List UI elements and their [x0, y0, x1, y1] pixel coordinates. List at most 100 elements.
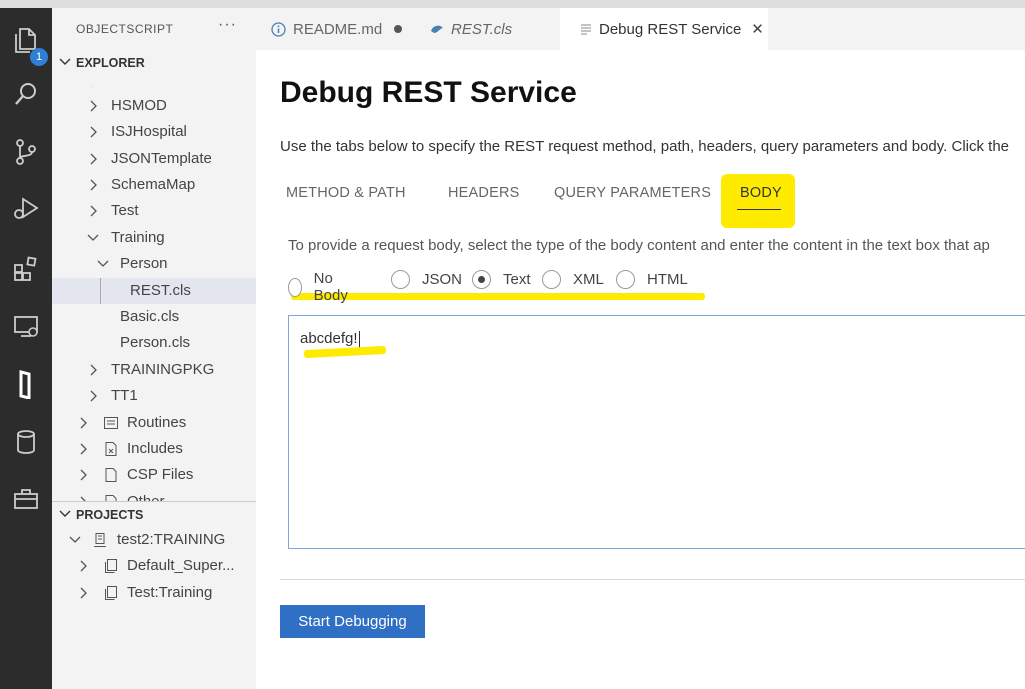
projects-label: PROJECTS: [76, 508, 144, 522]
toolbox-icon[interactable]: [6, 478, 46, 518]
radio-circle[interactable]: [288, 277, 302, 297]
activity-bar: 1: [0, 8, 52, 689]
tab-headers[interactable]: HEADERS: [448, 185, 520, 201]
project-item-default[interactable]: Default_Super...: [52, 553, 256, 579]
body-description: To provide a request body, select the ty…: [288, 237, 990, 254]
info-icon: [271, 21, 286, 37]
explorer-label: EXPLORER: [76, 56, 145, 70]
chevron-down-icon: [96, 257, 110, 275]
tree-item-person-cls[interactable]: Person.cls: [52, 330, 256, 356]
chevron-right-icon: [88, 152, 100, 170]
chevron-down-icon: [58, 507, 72, 524]
explorer-section-header[interactable]: EXPLORER: [52, 52, 256, 74]
run-debug-icon[interactable]: [6, 188, 46, 228]
tree-item-test[interactable]: Test: [52, 198, 256, 224]
chevron-right-icon: [88, 204, 100, 222]
sidebar: OBJECTSCRIPT ··· EXPLORER HS HSMOD ISJHo…: [52, 8, 256, 689]
projects-section-header[interactable]: PROJECTS: [52, 504, 256, 526]
close-icon[interactable]: ✕: [751, 20, 764, 38]
chevron-right-icon: [78, 559, 90, 577]
tab-readme[interactable]: README.md: [256, 8, 408, 50]
radio-label: XML: [573, 271, 604, 288]
tree-item-schemamap[interactable]: SchemaMap: [52, 172, 256, 198]
tab-debug-rest-service[interactable]: Debug REST Service ✕: [560, 8, 768, 50]
radio-circle[interactable]: [542, 270, 561, 289]
tree-item-tt1[interactable]: TT1: [52, 383, 256, 409]
chevron-right-icon: [78, 468, 90, 486]
tree-item-csp-files[interactable]: CSP Files: [52, 462, 256, 488]
database-icon[interactable]: [6, 422, 46, 462]
section-divider: [52, 501, 256, 502]
chevron-right-icon: [88, 389, 100, 407]
highlight-body-tab: [721, 174, 795, 228]
tab-label: REST.cls: [451, 20, 513, 38]
editor-tab-bar: README.md REST.cls Debug REST Service ✕: [256, 8, 1025, 50]
project-item-test2-training[interactable]: test2:TRAINING: [52, 527, 256, 553]
tree-item-trainingpkg[interactable]: TRAININGPKG: [52, 357, 256, 383]
tree-item-person-folder[interactable]: Person: [52, 251, 256, 277]
radio-circle-selected[interactable]: [472, 270, 491, 289]
source-control-icon[interactable]: [6, 132, 46, 172]
radio-no-body[interactable]: No Body: [288, 270, 353, 304]
window-top-strip: [0, 0, 1025, 8]
active-tab-indicator: [737, 209, 781, 210]
tree-item-rest-cls[interactable]: REST.cls: [52, 278, 256, 304]
text-caret: [358, 330, 360, 348]
radio-label: HTML: [647, 271, 688, 288]
intersystems-icon[interactable]: [6, 364, 46, 404]
tree-item-jsontemplate[interactable]: JSONTemplate: [52, 146, 256, 172]
chevron-right-icon: [78, 586, 90, 604]
start-debugging-button[interactable]: Start Debugging: [280, 605, 425, 638]
chevron-right-icon: [78, 442, 90, 460]
preview-icon: [580, 23, 592, 35]
chevron-down-icon: [68, 533, 82, 551]
tab-label: Debug REST Service: [599, 20, 742, 38]
remote-explorer-icon[interactable]: [6, 306, 46, 346]
tree-item-basic-cls[interactable]: Basic.cls: [52, 304, 256, 330]
explorer-tree: HS HSMOD ISJHospital JSONTemplate Schema…: [52, 86, 256, 502]
tree-item-hsmod[interactable]: HSMOD: [52, 93, 256, 119]
tree-item-training[interactable]: Training: [52, 225, 256, 251]
includes-icon: [103, 441, 119, 457]
project-item-test-training[interactable]: Test:Training: [52, 580, 256, 606]
radio-text[interactable]: Text: [472, 270, 531, 289]
extensions-icon[interactable]: [6, 248, 46, 288]
radio-label: No Body: [313, 270, 348, 304]
unsaved-dot-icon: [394, 25, 403, 33]
tab-label: README.md: [293, 20, 383, 38]
chevron-right-icon: [78, 416, 90, 434]
tab-body[interactable]: BODY: [740, 185, 782, 201]
server-icon: [92, 532, 108, 548]
chevron-down-icon: [58, 55, 72, 72]
request-body-text: abcdefg!: [300, 330, 358, 347]
tree-item-routines[interactable]: Routines: [52, 410, 256, 436]
chevron-right-icon: [88, 363, 100, 381]
radio-circle[interactable]: [391, 270, 410, 289]
project-icon: [103, 585, 119, 601]
tab-method-path[interactable]: METHOD & PATH: [286, 185, 406, 201]
request-body-textarea[interactable]: abcdefg!: [288, 315, 1025, 549]
search-icon[interactable]: [6, 74, 46, 114]
tab-query-parameters[interactable]: QUERY PARAMETERS: [554, 185, 711, 201]
page-description: Use the tabs below to specify the REST r…: [280, 138, 1010, 155]
radio-html[interactable]: HTML: [616, 270, 688, 289]
radio-json[interactable]: JSON: [391, 270, 462, 289]
chevron-right-icon: [88, 178, 100, 196]
more-actions-icon[interactable]: ···: [218, 16, 237, 34]
radio-circle[interactable]: [616, 270, 635, 289]
explorer-files-icon[interactable]: 1: [6, 20, 48, 66]
routines-icon: [103, 415, 119, 431]
sidebar-title: OBJECTSCRIPT: [76, 22, 174, 36]
chevron-down-icon: [86, 231, 100, 249]
notification-badge: 1: [30, 48, 48, 66]
chevron-right-icon: [88, 86, 100, 92]
tree-item-includes[interactable]: Includes: [52, 436, 256, 462]
indent-guide: [100, 278, 101, 304]
tree-item-isjhospital[interactable]: ISJHospital: [52, 119, 256, 145]
objectscript-file-icon: [430, 23, 444, 35]
file-icon: [103, 467, 119, 483]
tab-rest-cls[interactable]: REST.cls: [410, 8, 558, 50]
project-icon: [103, 558, 119, 574]
radio-xml[interactable]: XML: [542, 270, 604, 289]
chevron-right-icon: [88, 99, 100, 117]
